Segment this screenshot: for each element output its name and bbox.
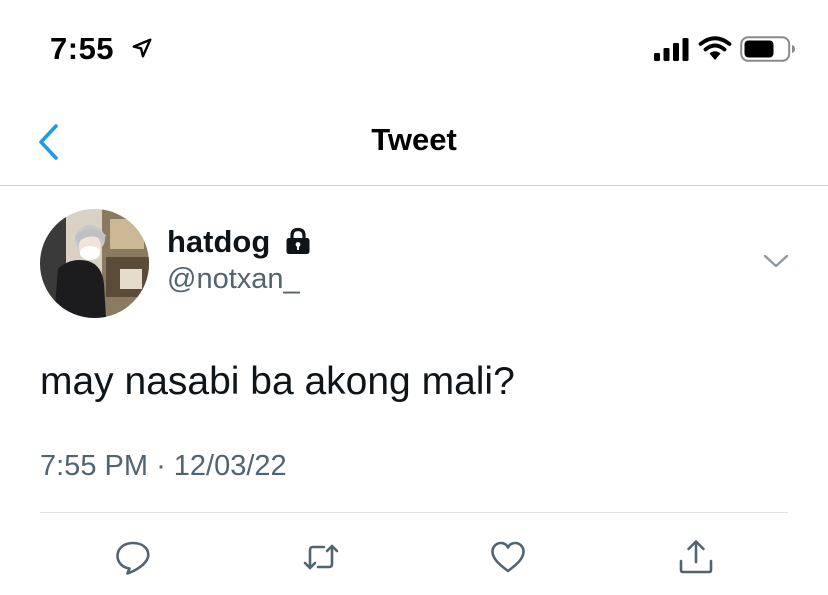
cellular-signal-icon bbox=[654, 38, 689, 61]
share-icon[interactable] bbox=[676, 537, 716, 577]
navigation-bar: Tweet bbox=[0, 100, 828, 186]
page-title: Tweet bbox=[371, 122, 457, 157]
battery-icon bbox=[740, 36, 795, 62]
avatar[interactable] bbox=[40, 209, 149, 318]
tweet-date: 12/03/22 bbox=[173, 450, 287, 482]
tweet-timestamp: 7:55 PM · 12/03/22 bbox=[40, 450, 287, 483]
tweet-text: may nasabi ba akong mali? bbox=[40, 360, 515, 403]
author-handle[interactable]: @notxan_ bbox=[167, 263, 300, 296]
timestamp-separator: · bbox=[156, 450, 166, 482]
reply-icon[interactable] bbox=[113, 537, 153, 577]
wifi-icon bbox=[698, 36, 732, 60]
author-display-name[interactable]: hatdog bbox=[167, 224, 270, 260]
tweet-time: 7:55 PM bbox=[40, 450, 148, 482]
divider bbox=[40, 512, 788, 513]
lock-icon bbox=[286, 227, 310, 254]
status-time: 7:55 bbox=[50, 31, 115, 66]
status-bar: 7:55 bbox=[0, 0, 828, 100]
avatar-photo bbox=[40, 209, 149, 318]
chevron-down-icon[interactable] bbox=[762, 250, 790, 272]
retweet-icon[interactable] bbox=[301, 537, 341, 577]
location-arrow-icon bbox=[132, 38, 152, 58]
like-icon[interactable] bbox=[488, 537, 528, 577]
